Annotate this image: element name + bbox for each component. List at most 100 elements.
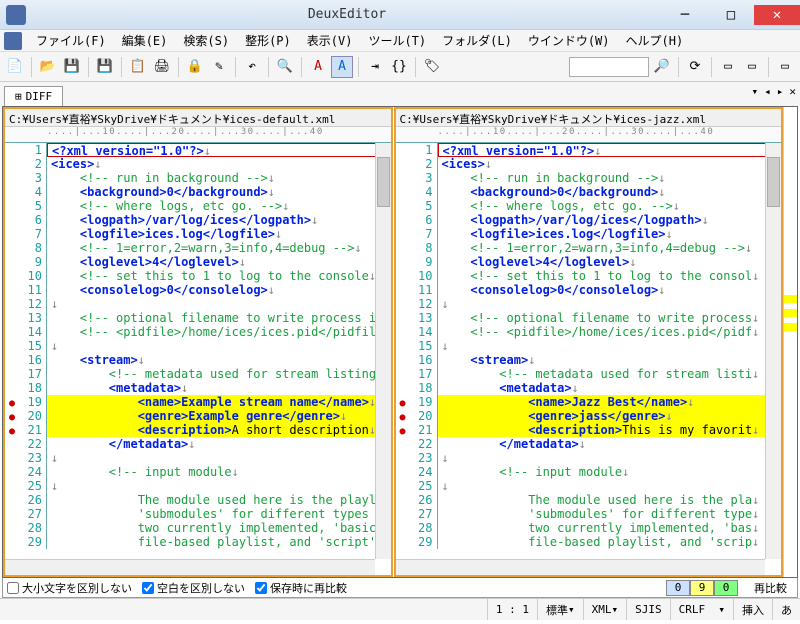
code-line[interactable]: 12	[5, 297, 391, 311]
menu-window[interactable]: ウインドウ(W)	[520, 30, 618, 51]
indent-button[interactable]: ⇥	[364, 56, 386, 78]
code-line[interactable]: 4 <background>0</background>	[396, 185, 782, 199]
code-line[interactable]: 26 The module used here is the pla	[396, 493, 782, 507]
code-line[interactable]: 25	[396, 479, 782, 493]
code-line[interactable]: 15	[5, 339, 391, 353]
bookmark-button[interactable]: 🏷	[421, 56, 443, 78]
code-line[interactable]: 29 file-based playlist, and 'scrip	[396, 535, 782, 549]
split2-button[interactable]: ▭	[741, 56, 763, 78]
code-line[interactable]: 18 <metadata>	[5, 381, 391, 395]
opt-case[interactable]: 大小文字を区別しない	[7, 580, 132, 596]
font-button[interactable]: A	[307, 56, 329, 78]
opt-space[interactable]: 空白を区別しない	[142, 580, 245, 596]
single-button[interactable]: ▭	[774, 56, 796, 78]
saveall-button[interactable]: 💾	[94, 56, 116, 78]
code-line[interactable]: 16 <stream>	[5, 353, 391, 367]
print-button[interactable]: 🖨	[151, 56, 173, 78]
code-line[interactable]: 8 <!-- 1=error,2=warn,3=info,4=debug -->	[5, 241, 391, 255]
code-line[interactable]: 8 <!-- 1=error,2=warn,3=info,4=debug -->	[396, 241, 782, 255]
status-lang[interactable]: XML ▾	[583, 599, 627, 620]
code-line[interactable]: 20 <genre>jass</genre>	[396, 409, 782, 423]
menu-file[interactable]: ファイル(F)	[28, 30, 114, 51]
code-line[interactable]: 26 The module used here is the playl	[5, 493, 391, 507]
overview-map[interactable]	[783, 107, 797, 577]
right-vscroll[interactable]	[765, 143, 781, 559]
undo-button[interactable]: ↶	[241, 56, 263, 78]
search-button[interactable]: 🔍	[274, 56, 296, 78]
code-line[interactable]: 10 <!-- set this to 1 to log to the cons…	[5, 269, 391, 283]
save-button[interactable]: 💾	[61, 56, 83, 78]
menu-view[interactable]: 表示(V)	[299, 30, 361, 51]
code-line[interactable]: 22 </metadata>	[396, 437, 782, 451]
edit-button[interactable]: ✎	[208, 56, 230, 78]
split1-button[interactable]: ▭	[717, 56, 739, 78]
code-line[interactable]: 19 <name>Example stream name</name>	[5, 395, 391, 409]
code-line[interactable]: 22 </metadata>	[5, 437, 391, 451]
tab-prev-icon[interactable]: ◂	[764, 85, 771, 98]
code-line[interactable]: 21 <description>This is my favorit	[396, 423, 782, 437]
minimize-button[interactable]: ─	[662, 5, 708, 25]
bracket-button[interactable]: {}	[388, 56, 410, 78]
search-box[interactable]	[569, 57, 649, 77]
code-line[interactable]: 19 <name>Jazz Best</name>	[396, 395, 782, 409]
code-line[interactable]: 7 <logfile>ices.log</logfile>	[5, 227, 391, 241]
refresh-button[interactable]: ⟳	[684, 56, 706, 78]
code-line[interactable]: 27 'submodules' for different types	[5, 507, 391, 521]
code-line[interactable]: 14 <!-- <pidfile>/home/ices/ices.pid</pi…	[5, 325, 391, 339]
menu-search[interactable]: 検索(S)	[175, 30, 237, 51]
code-line[interactable]: 9 <loglevel>4</loglevel>	[5, 255, 391, 269]
code-line[interactable]: 28 two currently implemented, 'bas	[396, 521, 782, 535]
menu-tool[interactable]: ツール(T)	[360, 30, 434, 51]
code-line[interactable]: 2<ices>	[5, 157, 391, 171]
highlight-button[interactable]: A	[331, 56, 353, 78]
copy-button[interactable]: 📋	[127, 56, 149, 78]
code-line[interactable]: 3 <!-- run in background -->	[5, 171, 391, 185]
menu-format[interactable]: 整形(P)	[237, 30, 299, 51]
code-line[interactable]: 6 <logpath>/var/log/ices</logpath>	[5, 213, 391, 227]
code-line[interactable]: 15	[396, 339, 782, 353]
menu-folder[interactable]: フォルダ(L)	[434, 30, 520, 51]
code-line[interactable]: 24 <!-- input module	[5, 465, 391, 479]
close-button[interactable]: ✕	[754, 5, 800, 25]
status-ins[interactable]: 挿入	[733, 599, 772, 620]
open-button[interactable]: 📂	[37, 56, 59, 78]
left-code[interactable]: 1<?xml version="1.0"?>2<ices>3 <!-- run …	[5, 143, 391, 575]
tab-diff[interactable]: ⊞ DIFF	[4, 86, 63, 106]
code-line[interactable]: 4 <background>0</background>	[5, 185, 391, 199]
code-line[interactable]: 16 <stream>	[396, 353, 782, 367]
code-line[interactable]: 24 <!-- input module	[396, 465, 782, 479]
code-line[interactable]: 6 <logpath>/var/log/ices</logpath>	[396, 213, 782, 227]
code-line[interactable]: 20 <genre>Example genre</genre>	[5, 409, 391, 423]
code-line[interactable]: 3 <!-- run in background -->	[396, 171, 782, 185]
maximize-button[interactable]: □	[708, 5, 754, 25]
code-line[interactable]: 13 <!-- optional filename to write proce…	[396, 311, 782, 325]
right-hscroll[interactable]	[396, 559, 766, 575]
menu-help[interactable]: ヘルプ(H)	[618, 30, 692, 51]
code-line[interactable]: 9 <loglevel>4</loglevel>	[396, 255, 782, 269]
left-vscroll[interactable]	[375, 143, 391, 559]
code-line[interactable]: 11 <consolelog>0</consolelog>	[396, 283, 782, 297]
new-button[interactable]: 📄	[4, 56, 26, 78]
code-line[interactable]: 11 <consolelog>0</consolelog>	[5, 283, 391, 297]
status-enc[interactable]: SJIS	[626, 599, 670, 620]
code-line[interactable]: 5 <!-- where logs, etc go. -->	[396, 199, 782, 213]
code-line[interactable]: 25	[5, 479, 391, 493]
recompare-button[interactable]: 再比較	[748, 580, 793, 596]
code-line[interactable]: 17 <!-- metadata used for stream listing	[5, 367, 391, 381]
code-line[interactable]: 23	[5, 451, 391, 465]
code-line[interactable]: 13 <!-- optional filename to write proce…	[5, 311, 391, 325]
code-line[interactable]: 28 two currently implemented, 'basic	[5, 521, 391, 535]
code-line[interactable]: 5 <!-- where logs, etc go. -->	[5, 199, 391, 213]
code-line[interactable]: 10 <!-- set this to 1 to log to the cons…	[396, 269, 782, 283]
code-line[interactable]: 29 file-based playlist, and 'script'	[5, 535, 391, 549]
tab-drop-icon[interactable]: ▾	[752, 85, 759, 98]
lock-button[interactable]: 🔒	[184, 56, 206, 78]
opt-save[interactable]: 保存時に再比較	[255, 580, 347, 596]
code-line[interactable]: 14 <!-- <pidfile>/home/ices/ices.pid</pi…	[396, 325, 782, 339]
status-eol[interactable]: CRLF ▾	[670, 599, 733, 620]
menu-edit[interactable]: 編集(E)	[114, 30, 176, 51]
right-code[interactable]: 1<?xml version="1.0"?>2<ices>3 <!-- run …	[396, 143, 782, 575]
code-line[interactable]: 27 'submodules' for different type	[396, 507, 782, 521]
tab-next-icon[interactable]: ▸	[777, 85, 784, 98]
code-line[interactable]: 12	[396, 297, 782, 311]
